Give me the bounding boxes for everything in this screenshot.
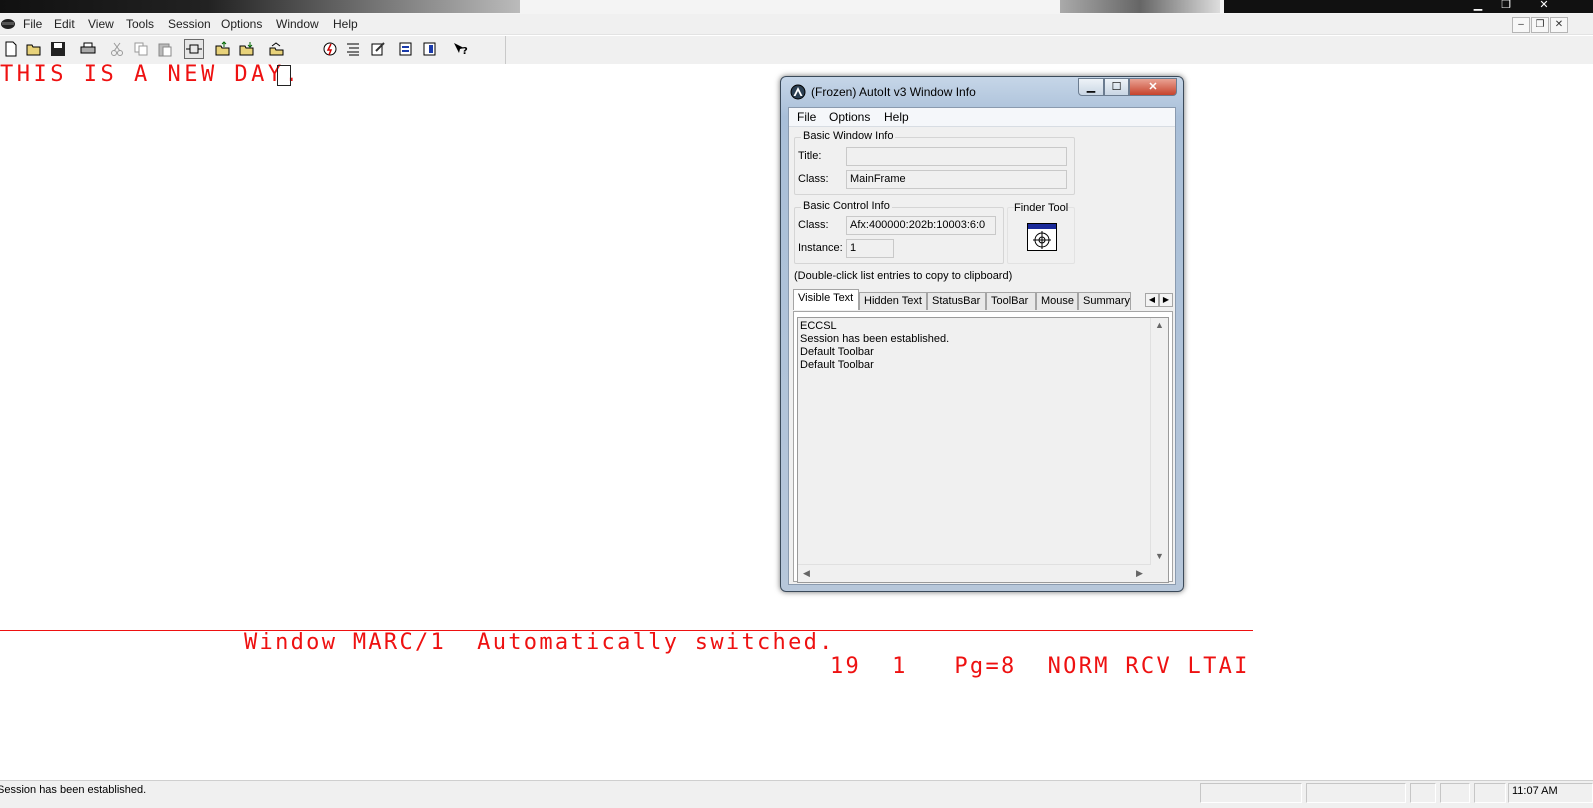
record-macro-icon[interactable] (396, 39, 416, 59)
scroll-up-icon[interactable]: ▲ (1155, 320, 1164, 330)
class-field[interactable]: MainFrame (846, 170, 1067, 189)
terminal-cursor (277, 65, 291, 86)
macro-run-icon[interactable] (320, 39, 340, 59)
status-pane (1440, 783, 1470, 803)
receive-file-icon[interactable] (237, 39, 257, 59)
copy-icon[interactable] (131, 39, 151, 59)
title-label: Title: (798, 150, 822, 162)
status-pane (1474, 783, 1506, 803)
terminal-message: Window MARC/1 Automatically switched. (244, 630, 835, 655)
paste-icon[interactable] (155, 39, 175, 59)
class-label: Class: (798, 173, 829, 185)
minimize-icon[interactable]: ▁ (1078, 78, 1104, 96)
autoit-window[interactable]: (Frozen) AutoIt v3 Window Info ▁ ☐ ✕ Fil… (780, 76, 1184, 592)
title-field[interactable] (846, 147, 1067, 166)
main-menubar: File Edit View Tools Session Options Win… (0, 14, 1593, 35)
instance-field[interactable]: 1 (846, 239, 894, 258)
autoit-window-title: (Frozen) AutoIt v3 Window Info (811, 85, 976, 99)
status-pane (1306, 783, 1406, 803)
send-file-icon[interactable] (213, 39, 233, 59)
menu-tools[interactable]: Tools (126, 17, 154, 31)
instance-label: Instance: (798, 242, 843, 254)
tab-hidden-text[interactable]: Hidden Text (859, 292, 927, 310)
play-macro-icon[interactable] (420, 39, 440, 59)
scroll-left-icon[interactable]: ◀ (803, 568, 810, 579)
menu-options[interactable]: Options (221, 17, 262, 31)
mdi-restore-icon[interactable]: ❐ (1531, 17, 1549, 33)
autoit-menu-options[interactable]: Options (829, 110, 870, 124)
control-class-label: Class: (798, 219, 829, 231)
basic-window-info-group: Basic Window Info Title: Class: MainFram… (794, 130, 1075, 195)
status-pane (1200, 783, 1302, 803)
list-vertical-scrollbar[interactable]: ▲ ▼ (1150, 318, 1168, 565)
close-icon[interactable]: ✕ (1129, 78, 1177, 96)
menu-window[interactable]: Window (276, 17, 319, 31)
os-restore-icon[interactable]: ❐ (1492, 0, 1520, 11)
tab-scroll-right-icon[interactable]: ▶ (1159, 293, 1173, 307)
tab-visible-text[interactable]: Visible Text (793, 289, 859, 310)
tab-statusbar[interactable]: StatusBar (927, 292, 986, 310)
cut-icon[interactable] (107, 39, 127, 59)
autoit-logo-icon (790, 84, 806, 100)
menu-file[interactable]: File (23, 17, 42, 31)
redacted-title-area (0, 0, 520, 13)
clipboard-hint: (Double-click list entries to copy to cl… (794, 270, 1013, 282)
finder-tool-crosshair-icon[interactable] (1027, 223, 1057, 251)
tab-strip: Visible Text Hidden Text StatusBar ToolB… (793, 289, 1173, 312)
maximize-icon[interactable]: ☐ (1104, 78, 1129, 96)
save-icon[interactable] (48, 39, 68, 59)
connect-icon[interactable] (184, 39, 204, 59)
app-statusbar: Session has been established. 11:07 AM (0, 780, 1593, 808)
tab-mouse[interactable]: Mouse (1036, 292, 1078, 310)
scroll-down-icon[interactable]: ▼ (1155, 551, 1164, 561)
tab-scroll-left-icon[interactable]: ◀ (1145, 293, 1159, 307)
autoit-menubar: File Options Help (789, 108, 1175, 127)
list-item[interactable]: Session has been established. (800, 333, 949, 345)
open-folder-icon[interactable] (24, 39, 44, 59)
basic-control-info-group: Basic Control Info Class: Afx:400000:202… (794, 200, 1004, 264)
toolbar-background (506, 36, 1593, 64)
autoit-client-area: File Options Help Basic Window Info Titl… (788, 107, 1176, 585)
group-label: Basic Window Info (801, 130, 896, 142)
mdi-minimize-icon[interactable]: – (1512, 17, 1530, 33)
mdi-close-icon[interactable]: ✕ (1550, 17, 1568, 33)
list-item[interactable]: ECCSL (800, 320, 837, 332)
print-icon[interactable] (78, 39, 98, 59)
os-close-icon[interactable]: ✕ (1530, 0, 1558, 11)
control-class-field[interactable]: Afx:400000:202b:10003:6:0 (846, 216, 996, 235)
scroll-right-icon[interactable]: ▶ (1136, 568, 1143, 579)
os-title-strip: ▁ ❐ ✕ (0, 0, 1593, 14)
autoit-menu-file[interactable]: File (797, 110, 816, 124)
status-pane (1410, 783, 1436, 803)
menu-session[interactable]: Session (168, 17, 211, 31)
background-image-strip (1060, 0, 1220, 13)
menu-help[interactable]: Help (333, 17, 358, 31)
context-help-icon[interactable]: ? (450, 39, 470, 59)
status-message: Session has been established. (0, 784, 147, 796)
list-item[interactable]: Default Toolbar (800, 359, 874, 371)
list-item[interactable]: Default Toolbar (800, 346, 874, 358)
list-icon[interactable] (343, 39, 363, 59)
terminal-oia-line: 19 1 Pg=8 NORM RCV LTAI (830, 654, 1250, 679)
tab-toolbar[interactable]: ToolBar (986, 292, 1036, 310)
menu-view[interactable]: View (88, 17, 114, 31)
app-icon[interactable] (0, 16, 18, 32)
visible-text-list[interactable]: ECCSL Session has been established. Defa… (797, 317, 1169, 583)
os-minimize-icon[interactable]: ▁ (1464, 0, 1492, 11)
terminal-text-line: THIS IS A NEW DAY. (0, 62, 302, 87)
edit-macro-icon[interactable] (368, 39, 388, 59)
list-horizontal-scrollbar[interactable]: ◀ ▶ (798, 564, 1151, 582)
finder-tool-label: Finder Tool (1014, 202, 1069, 214)
menu-edit[interactable]: Edit (54, 17, 75, 31)
main-toolbar: ? (0, 36, 506, 64)
transfer-icon[interactable] (267, 39, 287, 59)
svg-text:?: ? (462, 46, 468, 57)
tab-summary[interactable]: Summary (1078, 292, 1131, 310)
group-label: Basic Control Info (801, 200, 892, 212)
status-time: 11:07 AM (1512, 785, 1558, 797)
autoit-menu-help[interactable]: Help (884, 110, 909, 124)
new-icon[interactable] (1, 39, 21, 59)
finder-tool-group: Finder Tool (1007, 202, 1075, 264)
